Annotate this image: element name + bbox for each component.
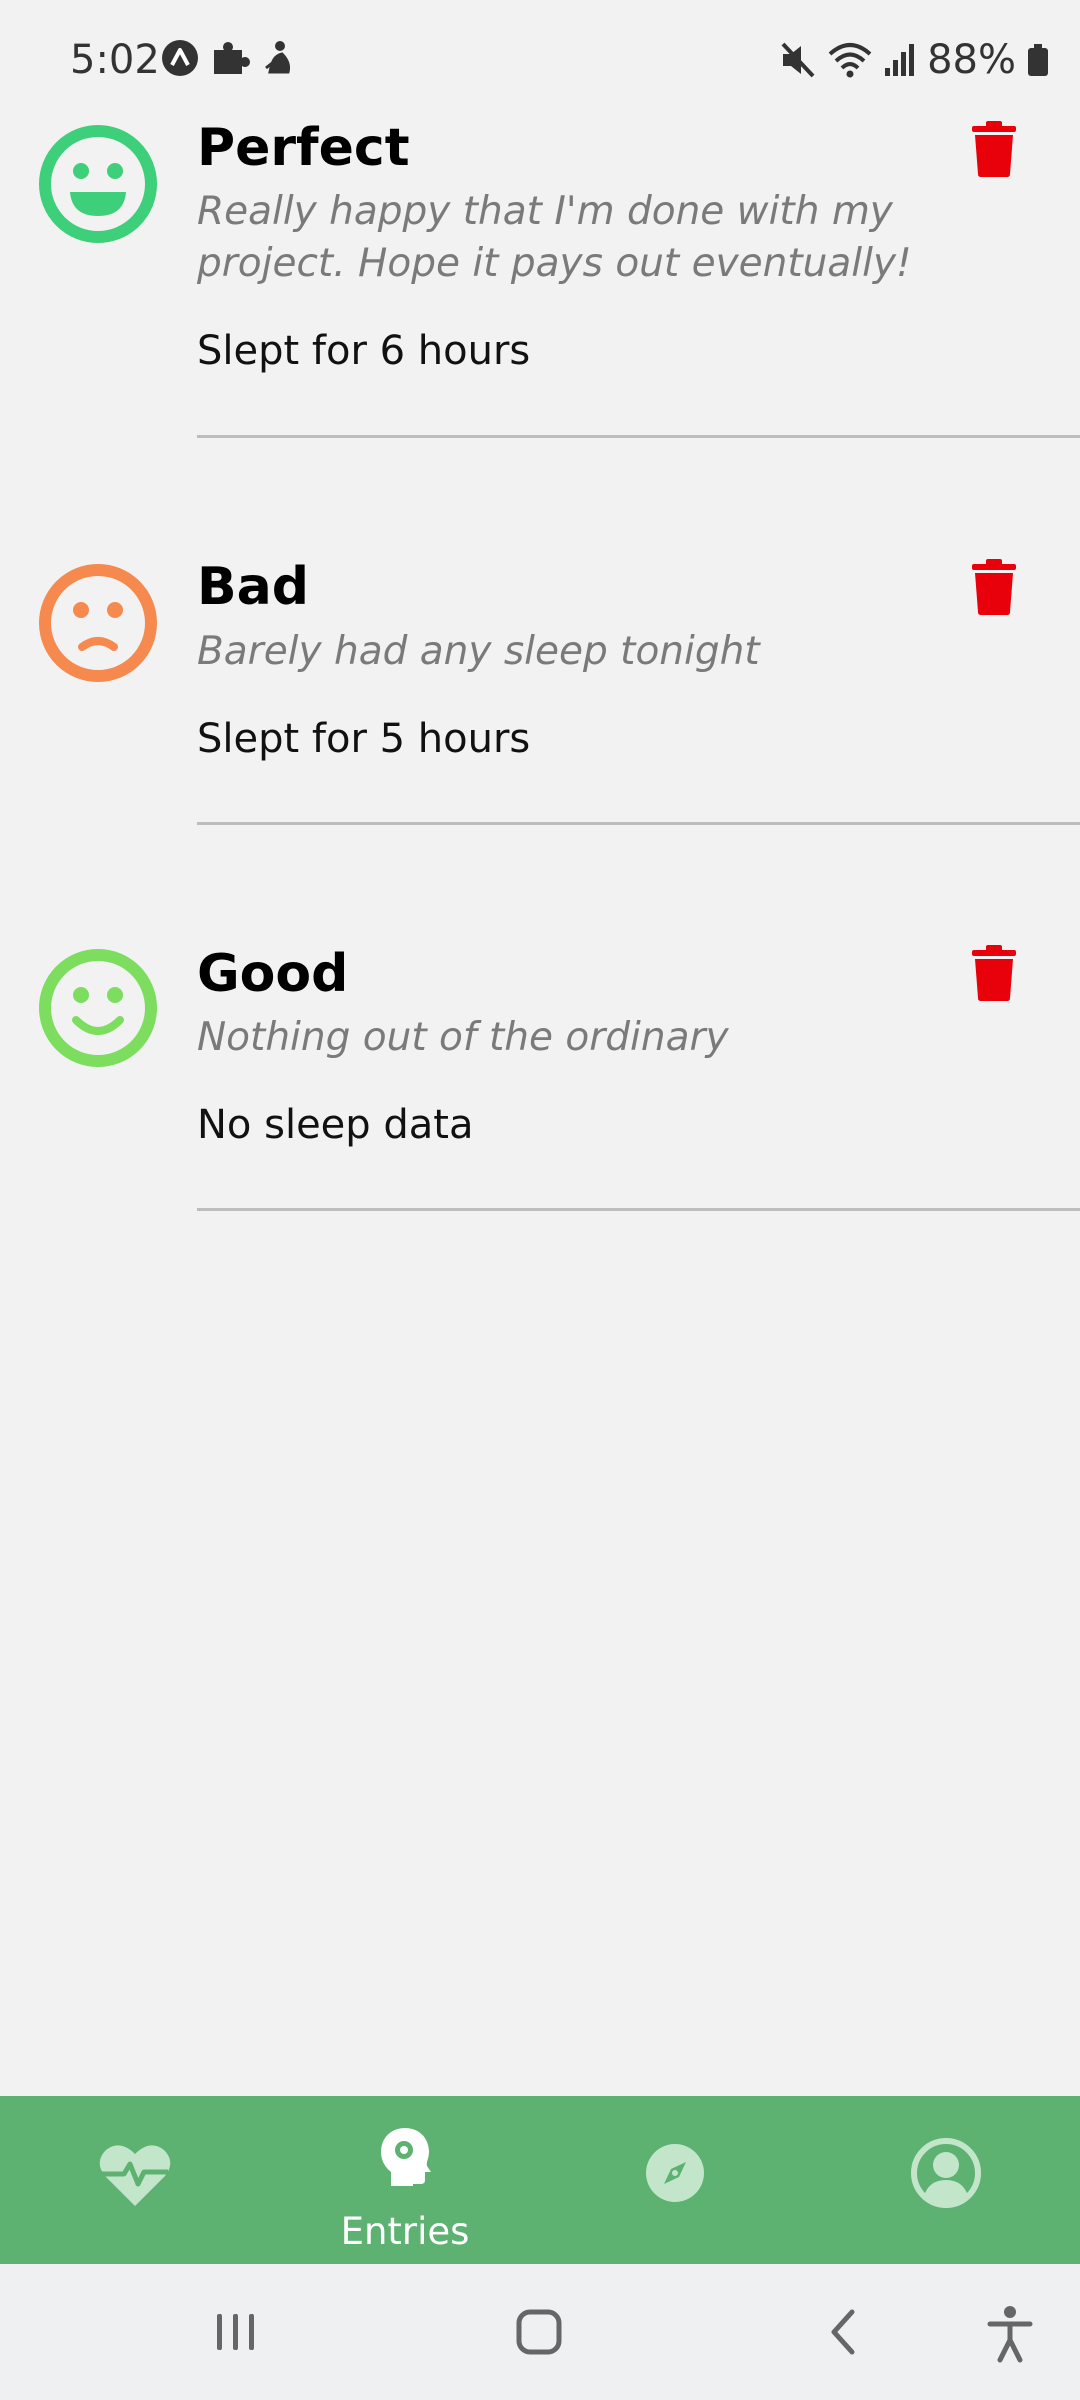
wifi-icon — [828, 43, 872, 78]
nav-item-explore[interactable] — [575, 2096, 775, 2264]
divider — [197, 1208, 1080, 1211]
nav-label-entries: Entries — [340, 2210, 470, 2253]
bottom-navigation: Entries — [0, 2096, 1080, 2264]
entry-mood-title: Good — [197, 944, 349, 1004]
compass-icon — [646, 2144, 704, 2202]
mood-sad-face-icon — [39, 564, 157, 682]
entry-sleep: No sleep data — [197, 1102, 474, 1148]
accessibility-button[interactable] — [950, 2264, 1070, 2400]
head-gear-icon — [381, 2128, 431, 2186]
entry-mood-title: Perfect — [197, 118, 410, 178]
home-icon — [516, 2309, 562, 2355]
battery-icon — [1028, 44, 1048, 76]
heart-pulse-icon — [99, 2145, 171, 2206]
puzzle-icon — [214, 42, 250, 74]
entry-note: Really happy that I'm done with my proje… — [197, 189, 912, 286]
home-button[interactable] — [479, 2264, 599, 2400]
entry-sleep: Slept for 5 hours — [197, 716, 531, 762]
mood-smile-face-icon — [39, 949, 157, 1067]
accessibility-icon — [987, 2306, 1033, 2363]
back-icon — [831, 2309, 855, 2355]
divider — [197, 822, 1080, 825]
nav-item-profile[interactable] — [846, 2096, 1046, 2264]
signal-icon — [885, 44, 915, 76]
entry-sleep: Slept for 6 hours — [197, 328, 531, 374]
mood-grin-face-icon — [39, 125, 157, 243]
entry-note: Barely had any sleep tonight — [197, 629, 760, 674]
status-bar: 5:02 88% — [0, 0, 1080, 120]
entry-mood-title: Bad — [197, 557, 309, 617]
recents-icon — [217, 2314, 254, 2350]
entry-note: Nothing out of the ordinary — [197, 1015, 729, 1060]
nav-item-health[interactable] — [35, 2096, 235, 2264]
app-a-icon — [162, 40, 198, 76]
figure-icon — [265, 41, 290, 74]
mute-icon — [781, 42, 815, 78]
delete-button[interactable] — [968, 118, 1020, 178]
divider — [197, 435, 1080, 438]
delete-button[interactable] — [968, 942, 1020, 1002]
profile-icon — [911, 2138, 981, 2208]
status-time: 5:02 — [70, 37, 160, 83]
battery-percentage: 88% — [927, 37, 1016, 83]
recents-button[interactable] — [176, 2264, 296, 2400]
system-navigation-bar — [0, 2264, 1080, 2400]
nav-item-entries[interactable]: Entries — [305, 2096, 505, 2264]
back-button[interactable] — [782, 2264, 902, 2400]
delete-button[interactable] — [968, 556, 1020, 616]
